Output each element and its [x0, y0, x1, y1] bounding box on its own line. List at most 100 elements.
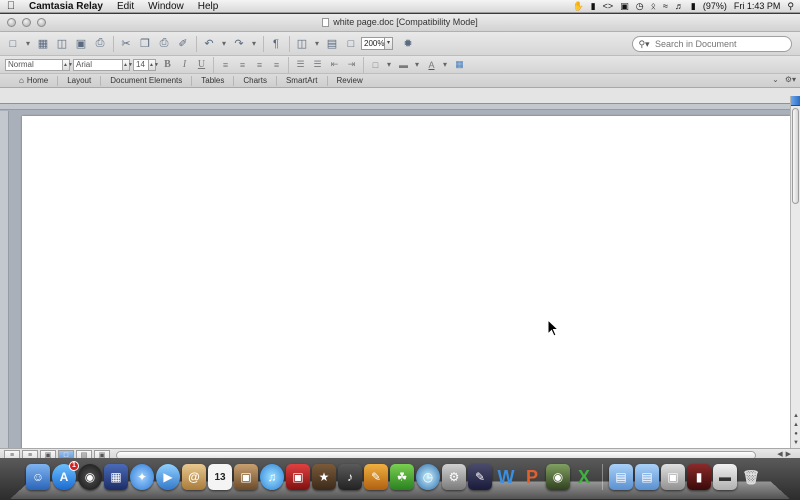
- calendar-icon[interactable]: 13: [208, 464, 232, 490]
- collapse-ribbon-icon[interactable]: ⌄: [772, 75, 779, 84]
- print-icon[interactable]: ⎙: [91, 36, 109, 52]
- font-size-dropdown-icon[interactable]: ▲▼: [149, 58, 159, 71]
- paste-icon[interactable]: ⎙: [155, 36, 173, 52]
- next-page-icon[interactable]: ▼: [791, 439, 800, 448]
- highlight-dropdown-icon[interactable]: ▾: [412, 57, 422, 73]
- underline-button[interactable]: U: [193, 58, 210, 72]
- document-stack-icon[interactable]: ▮: [687, 464, 711, 490]
- bulleted-list-icon[interactable]: ☰: [309, 58, 326, 72]
- align-center-icon[interactable]: ≡: [234, 58, 251, 72]
- relay-recorder-icon[interactable]: ◉: [546, 464, 570, 490]
- tab-layout[interactable]: Layout: [58, 75, 102, 86]
- tab-review[interactable]: Review: [328, 76, 372, 86]
- horizontal-scroll-arrows[interactable]: ◀▶: [777, 450, 794, 458]
- gallery-icon[interactable]: ▤: [323, 36, 341, 52]
- save-icon[interactable]: ▣: [72, 36, 90, 52]
- styles-icon[interactable]: ▦: [451, 58, 468, 72]
- decrease-indent-icon[interactable]: ⇤: [326, 58, 343, 72]
- increase-indent-icon[interactable]: ⇥: [343, 58, 360, 72]
- undo-icon[interactable]: ↶: [200, 36, 218, 52]
- scroll-up-icon[interactable]: ▲: [791, 412, 800, 421]
- tab-home[interactable]: ⌂ Home: [10, 75, 59, 86]
- powerpoint-icon[interactable]: P: [520, 464, 544, 490]
- spotlight-icon[interactable]: ⚲: [787, 1, 794, 12]
- align-left-icon[interactable]: ≡: [217, 58, 234, 72]
- volume-icon[interactable]: ♬: [675, 1, 684, 11]
- cut-icon[interactable]: ✂: [117, 36, 135, 52]
- tab-charts[interactable]: Charts: [234, 75, 277, 86]
- menu-edit[interactable]: Edit: [110, 0, 141, 13]
- screen-icon[interactable]: ▣: [620, 1, 629, 12]
- terminal-icon[interactable]: ✎: [468, 464, 492, 490]
- itunes-icon[interactable]: ♫: [260, 464, 284, 490]
- numbered-list-icon[interactable]: ☰: [292, 58, 309, 72]
- menu-help[interactable]: Help: [191, 0, 226, 13]
- font-color-dropdown-icon[interactable]: ▾: [440, 57, 450, 73]
- document-page[interactable]: [22, 116, 790, 449]
- hand-icon[interactable]: ✋: [573, 1, 584, 12]
- vertical-scroll-thumb[interactable]: [792, 108, 799, 204]
- excel-icon[interactable]: X: [572, 464, 596, 490]
- style-dropdown-icon[interactable]: ▲▼: [63, 58, 73, 71]
- downloads-stack-icon[interactable]: ▣: [661, 464, 685, 490]
- vertical-ruler[interactable]: [0, 111, 9, 449]
- dashboard-icon[interactable]: ◉: [78, 464, 102, 490]
- search-box[interactable]: ⚲▾: [632, 36, 792, 52]
- battery-icon[interactable]: ▮: [691, 1, 696, 12]
- font-size-field[interactable]: 14: [133, 58, 149, 71]
- mission-control-icon[interactable]: ▦: [104, 464, 128, 490]
- prev-page-icon[interactable]: ▲: [791, 421, 800, 430]
- vertical-scrollbar[interactable]: ▲ ▲ ● ▼: [790, 96, 800, 448]
- copy-icon[interactable]: ❐: [136, 36, 154, 52]
- clock[interactable]: Fri 1:43 PM: [734, 1, 781, 11]
- time-machine-icon[interactable]: ◷: [636, 1, 644, 12]
- zoom-dropdown-icon[interactable]: ▾: [385, 37, 393, 50]
- usb-icon[interactable]: ▮: [591, 1, 596, 12]
- show-formatting-icon[interactable]: ¶: [267, 36, 285, 52]
- justify-icon[interactable]: ≡: [268, 58, 285, 72]
- finder-icon[interactable]: ☺: [26, 464, 50, 490]
- style-field[interactable]: Normal: [5, 58, 63, 71]
- new-document-icon[interactable]: □: [4, 36, 22, 52]
- menu-window[interactable]: Window: [141, 0, 191, 13]
- imovie-icon[interactable]: ★: [312, 464, 336, 490]
- pages-icon[interactable]: ✎: [364, 464, 388, 490]
- templates-icon[interactable]: ▦: [34, 36, 52, 52]
- documents-folder-icon[interactable]: ▤: [635, 464, 659, 490]
- bold-button[interactable]: B: [159, 58, 176, 72]
- facetime-icon[interactable]: ▶: [156, 464, 180, 490]
- help-icon[interactable]: ✹: [399, 36, 417, 52]
- font-field[interactable]: Arial: [73, 58, 123, 71]
- toolbox-icon[interactable]: □: [342, 36, 360, 52]
- sidebar-dropdown-icon[interactable]: ▾: [312, 36, 322, 52]
- zoom-field[interactable]: 200%: [361, 37, 385, 50]
- word-icon[interactable]: W: [494, 464, 518, 490]
- safari-icon[interactable]: ✦: [130, 464, 154, 490]
- redo-icon[interactable]: ↷: [230, 36, 248, 52]
- borders-dropdown-icon[interactable]: ▾: [384, 57, 394, 73]
- wifi-icon[interactable]: ≈: [663, 1, 668, 11]
- undo-dropdown-icon[interactable]: ▾: [219, 36, 229, 52]
- menu-app-name[interactable]: Camtasia Relay: [22, 0, 110, 13]
- search-icon[interactable]: ⚲▾: [633, 39, 655, 50]
- title-bar[interactable]: white page.doc [Compatibility Mode]: [0, 14, 800, 32]
- search-input[interactable]: [655, 39, 785, 49]
- font-dropdown-icon[interactable]: ▲▼: [123, 58, 133, 71]
- tab-tables[interactable]: Tables: [192, 75, 235, 86]
- redo-dropdown-icon[interactable]: ▾: [249, 36, 259, 52]
- bluetooth-icon[interactable]: ᛟ: [651, 1, 656, 11]
- code-icon[interactable]: <>: [603, 1, 614, 11]
- address-book-icon[interactable]: @: [182, 464, 206, 490]
- ribbon-settings-icon[interactable]: ⚙▾: [785, 75, 796, 84]
- tab-document-elements[interactable]: Document Elements: [101, 75, 193, 86]
- tab-smartart[interactable]: SmartArt: [277, 75, 328, 86]
- open-icon[interactable]: ◫: [53, 36, 71, 52]
- evernote-icon[interactable]: ☘: [390, 464, 414, 490]
- highlight-icon[interactable]: ▬: [395, 58, 412, 72]
- garageband-icon[interactable]: ♪: [338, 464, 362, 490]
- trash-icon[interactable]: 🗑: [739, 464, 763, 490]
- photo-booth-icon[interactable]: ▣: [286, 464, 310, 490]
- sidebar-icon[interactable]: ◫: [293, 36, 311, 52]
- apple-menu-icon[interactable]: : [0, 0, 22, 12]
- split-view-button[interactable]: [791, 96, 800, 106]
